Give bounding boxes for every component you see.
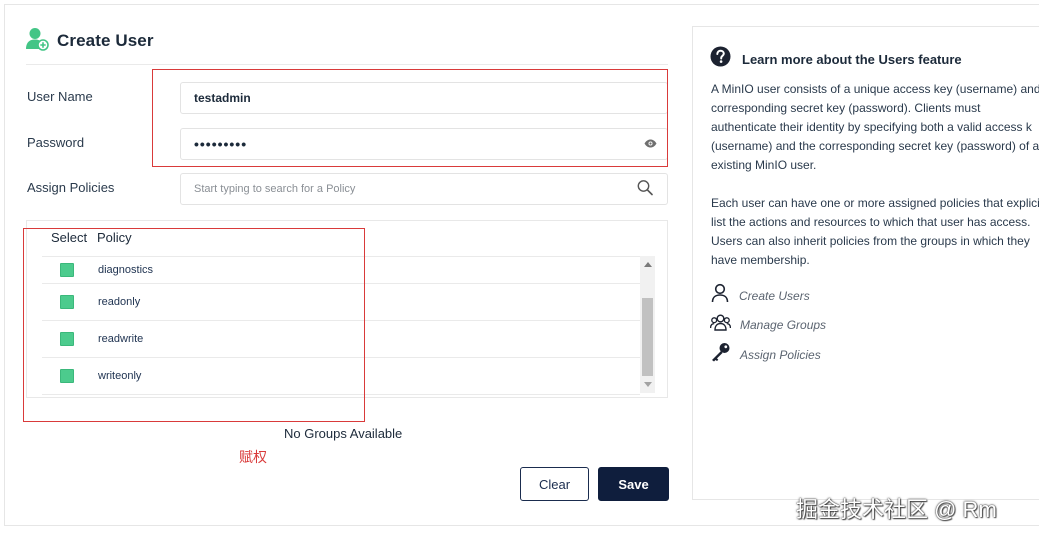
search-icon[interactable] bbox=[637, 180, 653, 199]
help-link-label: Create Users bbox=[739, 288, 810, 303]
annotation-box-policies bbox=[23, 228, 365, 422]
policy-list-scrollbar[interactable] bbox=[640, 256, 655, 393]
user-icon bbox=[710, 283, 730, 308]
page-header: Create User bbox=[26, 26, 154, 56]
help-link-assign-policies[interactable]: Assign Policies bbox=[710, 342, 821, 367]
help-title: Learn more about the Users feature bbox=[742, 51, 962, 67]
assign-policies-label: Assign Policies bbox=[27, 180, 115, 195]
key-icon bbox=[710, 342, 731, 367]
watermark: 掘金技术社区 @ Rm bbox=[796, 497, 997, 522]
annotation-label: 赋权 bbox=[239, 449, 267, 465]
save-button[interactable]: Save bbox=[598, 467, 669, 501]
no-groups-message: No Groups Available bbox=[284, 426, 403, 441]
scroll-up-arrow-icon[interactable] bbox=[644, 262, 652, 267]
annotation-box-credentials bbox=[152, 69, 668, 167]
help-link-manage-groups[interactable]: Manage Groups bbox=[709, 312, 827, 337]
policy-search-input[interactable]: Start typing to search for a Policy bbox=[180, 173, 668, 205]
username-label: User Name bbox=[27, 89, 93, 104]
help-link-label: Assign Policies bbox=[740, 347, 821, 362]
question-circle-icon bbox=[710, 46, 731, 72]
users-group-icon bbox=[709, 312, 732, 337]
help-paragraph-1: A MinIO user consists of a unique access… bbox=[711, 82, 1039, 172]
page-title: Create User bbox=[57, 31, 154, 50]
user-add-icon bbox=[26, 27, 49, 56]
policy-search-placeholder: Start typing to search for a Policy bbox=[194, 183, 356, 195]
header-divider bbox=[26, 64, 668, 65]
help-header: Learn more about the Users feature bbox=[710, 46, 962, 72]
scroll-thumb[interactable] bbox=[642, 298, 653, 376]
help-link-label: Manage Groups bbox=[740, 317, 827, 332]
scroll-down-arrow-icon[interactable] bbox=[644, 382, 652, 387]
help-paragraph-2: Each user can have one or more assigned … bbox=[711, 196, 1039, 267]
password-label: Password bbox=[27, 135, 85, 150]
clear-button[interactable]: Clear bbox=[520, 467, 589, 501]
help-link-create-users[interactable]: Create Users bbox=[710, 283, 810, 308]
